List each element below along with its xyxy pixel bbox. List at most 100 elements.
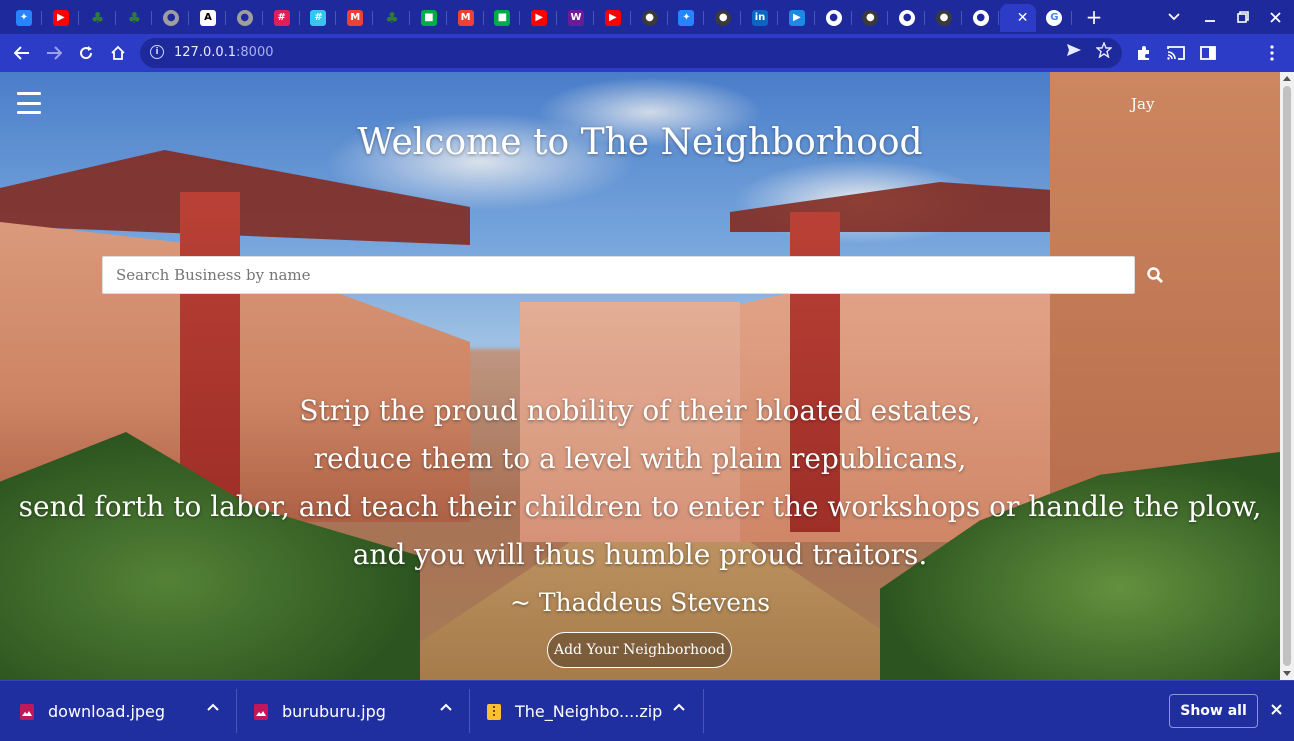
hero-quote: Strip the proud nobility of their bloate… — [0, 387, 1280, 579]
browser-menu-button[interactable] — [1259, 40, 1285, 66]
hamburger-menu-icon[interactable] — [17, 92, 41, 114]
google-icon: G — [1046, 10, 1063, 26]
close-window-button[interactable] — [1263, 6, 1287, 28]
puzzle-icon — [1138, 46, 1149, 60]
browser-tab[interactable]: # — [264, 4, 300, 32]
browser-tab[interactable]: ● — [816, 4, 852, 32]
browser-tab[interactable]: A — [190, 4, 226, 32]
site-info-icon[interactable]: i — [150, 45, 164, 59]
video-player-icon: ▶ — [788, 10, 805, 26]
page-viewport: Jay Welcome to The Neighborhood Strip th… — [0, 72, 1280, 680]
github-icon: ● — [862, 10, 879, 26]
browser-tab[interactable]: ♣ — [116, 4, 153, 32]
search-button[interactable] — [1142, 262, 1168, 288]
bookmark-star-icon[interactable] — [1096, 42, 1112, 58]
tab-active[interactable]: ✕ — [999, 4, 1036, 32]
github-icon: ● — [936, 10, 952, 26]
download-item[interactable]: download.jpeg — [20, 681, 236, 741]
browser-tab[interactable]: ▶ — [43, 4, 79, 32]
jira-icon: ✦ — [678, 10, 695, 26]
quote-line: and you will thus humble proud traitors. — [352, 538, 928, 571]
downloads-shelf: download.jpeg buruburu.jpg The_Neighbo..… — [0, 680, 1294, 741]
address-bar[interactable]: i 127.0.0.1:8000 — [140, 38, 1122, 68]
browser-tab[interactable]: ▶ — [595, 4, 631, 32]
vertical-scrollbar[interactable] — [1280, 72, 1294, 680]
globe-icon: ● — [825, 10, 842, 26]
browser-tab[interactable]: ▶ — [779, 4, 815, 32]
download-item[interactable]: buruburu.jpg — [254, 681, 470, 741]
url-text[interactable]: 127.0.0.1:8000 — [174, 45, 274, 60]
browser-tab[interactable]: ♣ — [80, 4, 116, 32]
browser-tab[interactable]: ▶ — [521, 4, 558, 32]
download-item[interactable]: The_Neighbo....zip — [487, 681, 703, 741]
cast-button[interactable] — [1163, 40, 1189, 66]
github-icon: ● — [715, 10, 732, 26]
home-button[interactable] — [105, 40, 131, 66]
tab-separator — [997, 11, 999, 25]
side-panel-button[interactable] — [1195, 40, 1221, 66]
slack-icon: # — [273, 10, 290, 26]
scrollbar-thumb[interactable] — [1283, 86, 1291, 666]
extensions-button[interactable] — [1131, 40, 1157, 66]
globe-icon: ● — [236, 10, 253, 26]
chevron-up-icon[interactable] — [207, 703, 219, 711]
search-field-container — [102, 256, 1135, 294]
browser-tab[interactable]: in — [742, 4, 778, 32]
search-input[interactable] — [103, 257, 1134, 293]
quote-line: Strip the proud nobility of their bloate… — [299, 394, 981, 427]
send-tab-icon[interactable] — [1066, 43, 1082, 57]
browser-tab[interactable]: W — [558, 4, 594, 32]
divider — [236, 689, 237, 733]
browser-tab[interactable]: # — [300, 4, 337, 32]
image-file-icon — [20, 703, 34, 720]
browser-tab[interactable]: G — [1036, 4, 1073, 32]
browser-tab[interactable]: ● — [153, 4, 190, 32]
browser-tab[interactable]: ● — [852, 4, 889, 32]
chevron-up-icon[interactable] — [673, 703, 685, 711]
download-filename: buruburu.jpg — [282, 702, 386, 721]
download-filename: download.jpeg — [48, 702, 166, 721]
browser-tab[interactable]: ■ — [484, 4, 521, 32]
url-port: :8000 — [236, 45, 274, 60]
browser-tab[interactable]: ● — [963, 4, 999, 32]
user-name[interactable]: Jay — [1131, 95, 1154, 113]
waveform-icon: W — [568, 10, 584, 26]
minimize-button[interactable] — [1198, 6, 1222, 28]
browser-tab[interactable]: ● — [632, 4, 668, 32]
browser-tab[interactable]: ● — [705, 4, 742, 32]
reload-button[interactable] — [73, 40, 99, 66]
search-icon — [1147, 267, 1163, 283]
show-all-downloads-button[interactable]: Show all — [1169, 694, 1258, 728]
reload-icon — [80, 46, 93, 60]
browser-tab[interactable]: ■ — [411, 4, 447, 32]
browser-tab[interactable]: M — [448, 4, 484, 32]
scroll-down-arrow-icon[interactable] — [1283, 671, 1291, 676]
quote-author: ~ Thaddeus Stevens — [509, 588, 771, 617]
gmail-icon: M — [347, 10, 364, 26]
chevron-up-icon[interactable] — [440, 703, 452, 711]
close-downloads-button[interactable] — [1266, 699, 1286, 719]
add-neighborhood-button[interactable]: Add Your Neighborhood — [547, 632, 732, 668]
browser-tab[interactable]: ● — [227, 4, 263, 32]
close-tab-icon[interactable]: ✕ — [1017, 10, 1029, 26]
browser-tab[interactable]: ● — [889, 4, 926, 32]
youtube-icon: ▶ — [52, 10, 69, 26]
forward-button[interactable] — [41, 40, 67, 66]
new-tab-button[interactable]: + — [1080, 5, 1108, 29]
browser-tab[interactable]: M — [337, 4, 374, 32]
restore-button[interactable] — [1231, 6, 1255, 28]
quote-line: reduce them to a level with plain republ… — [313, 442, 967, 475]
browser-tab[interactable]: ✦ — [6, 4, 42, 32]
browser-tab[interactable]: ✦ — [668, 4, 705, 32]
google-meet-icon: ■ — [494, 10, 511, 26]
back-button[interactable] — [9, 40, 35, 66]
tab-search-button[interactable] — [1162, 6, 1186, 28]
browser-tab[interactable]: ♣ — [374, 4, 410, 32]
youtube-icon: ▶ — [531, 10, 548, 26]
scroll-up-arrow-icon[interactable] — [1283, 76, 1291, 81]
cast-icon — [1167, 46, 1185, 60]
quote-line: send forth to labor, and teach their chi… — [18, 490, 1262, 523]
arrow-right-icon — [47, 46, 62, 60]
divider — [469, 689, 470, 733]
browser-tab[interactable]: ● — [926, 4, 962, 32]
